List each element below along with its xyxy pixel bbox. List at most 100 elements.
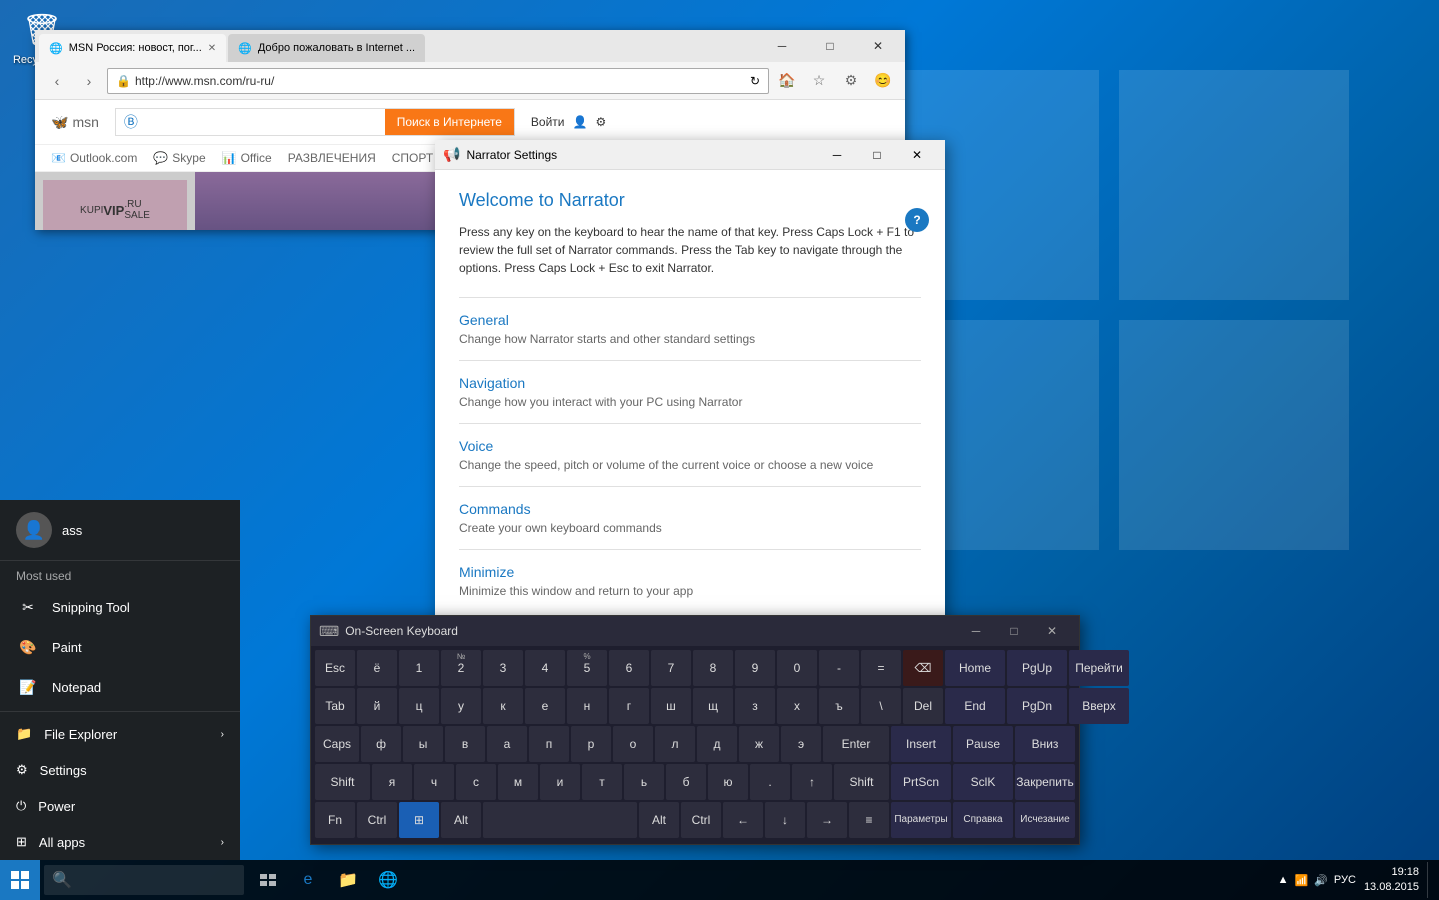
taskbar-extra-btn[interactable]: 🌐 (368, 860, 408, 900)
key-parametry[interactable]: Параметры (891, 802, 951, 838)
key-end[interactable]: End (945, 688, 1005, 724)
chevron-up-icon[interactable]: ▲ (1278, 874, 1289, 886)
home-btn[interactable]: 🏠 (773, 67, 801, 95)
narrator-maximize-btn[interactable]: □ (857, 140, 897, 170)
key-7[interactable]: 7 (651, 650, 691, 686)
key-pereiti[interactable]: Перейти (1069, 650, 1129, 686)
msn-search-button[interactable]: Поиск в Интернете (385, 109, 514, 135)
key-5[interactable]: %5 (567, 650, 607, 686)
browser-tab-msn[interactable]: 🌐 MSN Россия: новост, пог... ✕ (39, 34, 226, 62)
key-shift-left[interactable]: Shift (315, 764, 370, 800)
key-dot[interactable]: . (750, 764, 790, 800)
narrator-section-general[interactable]: General Change how Narrator starts and o… (459, 297, 921, 360)
taskbar-search[interactable]: 🔍 (44, 865, 244, 895)
key-ctrl-right[interactable]: Ctrl (681, 802, 721, 838)
start-item-settings[interactable]: ⚙ Settings (0, 752, 240, 788)
user-avatar[interactable]: 👤 (16, 512, 52, 548)
key-ctrl-left[interactable]: Ctrl (357, 802, 397, 838)
key-fn[interactable]: Fn (315, 802, 355, 838)
key-backslash[interactable]: \ (861, 688, 901, 724)
favorites-btn[interactable]: ☆ (805, 67, 833, 95)
start-item-file-explorer[interactable]: 📁 File Explorer › (0, 716, 240, 752)
narrator-section-voice[interactable]: Voice Change the speed, pitch or volume … (459, 423, 921, 486)
browser-tab-ie[interactable]: 🌐 Добро пожаловать в Internet ... (228, 34, 425, 62)
key-pgdn[interactable]: PgDn (1007, 688, 1067, 724)
key-enter[interactable]: Enter (823, 726, 889, 762)
key-up-arrow[interactable]: ↑ (792, 764, 832, 800)
key-b[interactable]: б (666, 764, 706, 800)
key-soft[interactable]: ь (624, 764, 664, 800)
key-alt-left[interactable]: Alt (441, 802, 481, 838)
emoji-btn[interactable]: 😊 (869, 67, 897, 95)
key-sclk[interactable]: SclK (953, 764, 1013, 800)
network-icon[interactable]: 📶 (1295, 874, 1309, 887)
start-item-power[interactable]: ⏻ Power (0, 788, 240, 824)
key-g[interactable]: г (609, 688, 649, 724)
key-1[interactable]: 1 (399, 650, 439, 686)
key-u[interactable]: у (441, 688, 481, 724)
key-ts[interactable]: ц (399, 688, 439, 724)
key-t[interactable]: т (582, 764, 622, 800)
key-esc[interactable]: Esc (315, 650, 355, 686)
key-o[interactable]: о (613, 726, 653, 762)
key-f[interactable]: ф (361, 726, 401, 762)
show-desktop-btn[interactable] (1427, 862, 1431, 898)
browser-close-btn[interactable]: ✕ (855, 32, 901, 60)
key-insert[interactable]: Insert (891, 726, 951, 762)
key-pause[interactable]: Pause (953, 726, 1013, 762)
msn-search-bar[interactable]: Ⓑ Поиск в Интернете (115, 108, 515, 136)
msn-signin[interactable]: Войти 👤 ⚙ (531, 115, 606, 129)
key-backspace[interactable]: ⌫ (903, 650, 943, 686)
taskbar-ie-btn[interactable]: e (288, 860, 328, 900)
key-i[interactable]: и (540, 764, 580, 800)
key-9[interactable]: 9 (735, 650, 775, 686)
key-del[interactable]: Del (903, 688, 943, 724)
browser-maximize-btn[interactable]: □ (807, 32, 853, 60)
key-6[interactable]: 6 (609, 650, 649, 686)
key-shch[interactable]: щ (693, 688, 733, 724)
key-caps[interactable]: Caps (315, 726, 359, 762)
key-alt-right[interactable]: Alt (639, 802, 679, 838)
key-ye[interactable]: е (525, 688, 565, 724)
key-menu[interactable]: ≡ (849, 802, 889, 838)
back-btn[interactable]: ‹ (43, 67, 71, 95)
osk-maximize-btn[interactable]: □ (995, 616, 1033, 646)
key-ya[interactable]: я (372, 764, 412, 800)
narrator-section-minimize[interactable]: Minimize Minimize this window and return… (459, 549, 921, 612)
key-3[interactable]: 3 (483, 650, 523, 686)
start-button[interactable] (0, 860, 40, 900)
forward-btn[interactable]: › (75, 67, 103, 95)
key-ch[interactable]: ч (414, 764, 454, 800)
key-r[interactable]: р (571, 726, 611, 762)
settings-btn[interactable]: ⚙ (837, 67, 865, 95)
taskbar-explorer-btn[interactable]: 📁 (328, 860, 368, 900)
msn-nav-outlook[interactable]: 📧 Outlook.com (51, 151, 137, 165)
key-sh[interactable]: ш (651, 688, 691, 724)
msn-nav-sport[interactable]: СПОРТ (392, 151, 433, 165)
key-h[interactable]: х (777, 688, 817, 724)
narrator-close-btn[interactable]: ✕ (897, 140, 937, 170)
msn-nav-skype[interactable]: 💬 Skype (153, 151, 205, 165)
key-a[interactable]: а (487, 726, 527, 762)
key-z[interactable]: з (735, 688, 775, 724)
key-n[interactable]: н (567, 688, 607, 724)
key-spravka[interactable]: Справка (953, 802, 1013, 838)
key-p[interactable]: п (529, 726, 569, 762)
taskbar-clock[interactable]: 19:18 13.08.2015 (1364, 865, 1419, 896)
msn-nav-razvlecheniya[interactable]: РАЗВЛЕЧЕНИЯ (288, 151, 376, 165)
narrator-minimize-btn[interactable]: ─ (817, 140, 857, 170)
browser-minimize-btn[interactable]: ─ (759, 32, 805, 60)
key-minus[interactable]: - (819, 650, 859, 686)
volume-icon[interactable]: 🔊 (1314, 874, 1328, 887)
narrator-section-navigation[interactable]: Navigation Change how you interact with … (459, 360, 921, 423)
key-0[interactable]: 0 (777, 650, 817, 686)
key-shift-right[interactable]: Shift (834, 764, 889, 800)
key-8[interactable]: 8 (693, 650, 733, 686)
key-4[interactable]: 4 (525, 650, 565, 686)
start-item-all-apps[interactable]: ⊞ All apps › (0, 824, 240, 860)
key-s[interactable]: с (456, 764, 496, 800)
key-d[interactable]: д (697, 726, 737, 762)
key-home[interactable]: Home (945, 650, 1005, 686)
key-hard[interactable]: ъ (819, 688, 859, 724)
key-vverh[interactable]: Вверх (1069, 688, 1129, 724)
